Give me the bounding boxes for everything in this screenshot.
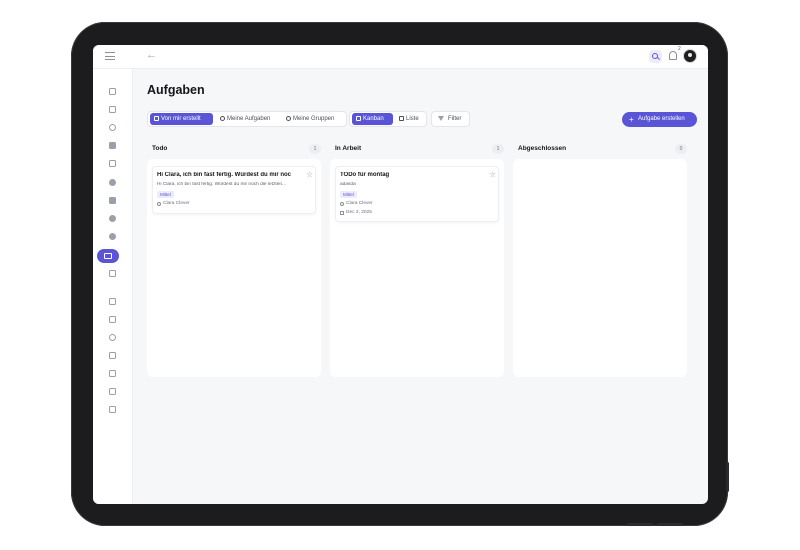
task-card[interactable]: TODo für montag ☆ adasda Mittel Clara Cl… [335,166,499,222]
star-icon[interactable]: ☆ [306,170,313,179]
column-body: Hi Clara, ich bin fast fertig. Würdest d… [147,159,321,377]
edit-icon [154,116,159,121]
column-body: TODo für montag ☆ adasda Mittel Clara Cl… [330,159,504,377]
sidebar [93,69,133,504]
scope-tabs: Von mir erstellt Meine Aufgaben Meine Gr… [147,111,347,127]
app-screen: ← 2 Aufgaben Von mir erstellt Meine Aufg… [93,45,708,504]
files-icon[interactable] [107,297,117,305]
task-description: Hi Clara, ich bin fast fertig. Würdest d… [157,182,287,187]
column-title: Todo [152,145,168,152]
sliders-icon[interactable] [107,369,117,377]
chat-icon[interactable] [107,141,117,149]
view-tabs: Kanban Liste [349,111,427,127]
calendar-icon [340,211,344,215]
graduation-icon[interactable] [107,123,117,131]
task-description: adasda [340,182,356,187]
priority-badge: Mittel [157,191,174,198]
news-icon[interactable] [107,105,117,113]
task-assignee: Clara Clever [157,201,190,206]
person-icon [220,116,225,121]
filter-icon [438,116,444,121]
device-button [627,523,653,526]
grid-icon[interactable] [107,269,117,277]
device-button [657,523,683,526]
user-settings-icon[interactable] [107,232,117,240]
column-count-badge: 0 [675,144,687,154]
top-bar: ← 2 [93,45,708,69]
bell-icon[interactable] [669,51,677,60]
task-card[interactable]: Hi Clara, ich bin fast fertig. Würdest d… [152,166,316,214]
chart-icon[interactable] [107,315,117,323]
avatar[interactable] [683,49,697,63]
menu-icon[interactable] [105,52,115,62]
device-side-button [726,462,729,492]
back-arrow-icon[interactable]: ← [146,49,157,61]
search-button[interactable] [649,50,662,63]
kanban-column-done: Abgeschlossen 0 [513,142,687,377]
column-title: In Arbeit [335,145,362,152]
priority-badge: Mittel [340,191,357,198]
gallery-icon[interactable] [107,387,117,395]
tab-my-tasks[interactable]: Meine Aufgaben [216,113,280,125]
award-icon[interactable] [107,333,117,341]
page-title: Aufgaben [147,83,205,97]
kanban-column-in-progress: In Arbeit 1 TODo für montag ☆ adasda Mit… [330,142,504,377]
group-icon[interactable] [107,214,117,222]
star-icon[interactable]: ☆ [489,170,496,179]
dashboard-icon[interactable] [107,87,117,95]
tab-list[interactable]: Liste [395,113,426,125]
calendar-icon[interactable] [107,159,117,167]
user-icon [340,202,344,206]
user-icon[interactable] [107,178,117,186]
document-icon[interactable] [107,196,117,204]
task-title: Hi Clara, ich bin fast fertig. Würdest d… [157,172,292,178]
calendar-alt-icon[interactable] [107,351,117,359]
kanban-column-todo: Todo 1 Hi Clara, ich bin fast fertig. Wü… [147,142,321,377]
kanban-icon[interactable] [97,249,119,263]
kanban-view-icon [356,116,361,121]
column-body [513,159,687,377]
user-icon [157,202,161,206]
column-title: Abgeschlossen [518,145,567,152]
notification-badge: 2 [678,46,681,52]
tab-created-by-me[interactable]: Von mir erstellt [150,113,213,125]
column-count-badge: 1 [492,144,504,154]
filter-button[interactable]: Filter [431,111,470,127]
plus-icon: + [629,115,634,124]
task-title: TODo für montag [340,172,390,178]
task-assignee: Clara Clever [340,201,373,206]
create-task-button[interactable]: + Aufgabe erstellen [622,112,697,127]
tab-kanban[interactable]: Kanban [352,113,393,125]
archive-icon[interactable] [107,405,117,413]
column-count-badge: 1 [309,144,321,154]
group-icon [286,116,291,121]
tab-my-groups[interactable]: Meine Gruppen [282,113,346,125]
task-due-date: Dec 2, 2025 [340,210,372,215]
list-icon [399,116,404,121]
